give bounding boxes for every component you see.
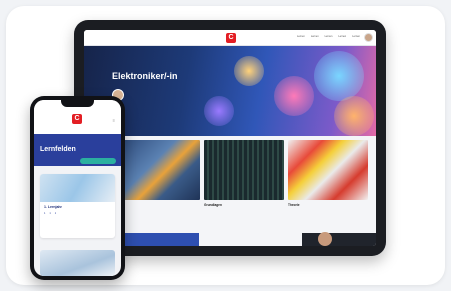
logo-icon[interactable]: C xyxy=(226,33,236,43)
content-card[interactable]: Theorie xyxy=(288,140,368,210)
content-block xyxy=(302,233,376,246)
person-image xyxy=(318,232,332,246)
nav-link[interactable]: Lernen xyxy=(352,35,360,38)
card-image xyxy=(120,140,200,200)
fiber-light xyxy=(274,76,314,116)
user-avatar[interactable] xyxy=(364,33,373,42)
meta-count: 1 xyxy=(54,212,57,215)
nav-link[interactable]: Lernen xyxy=(325,35,333,38)
fiber-light xyxy=(334,96,374,136)
phone-device: C ≡ Lernfelden 1. Lernjahr 1 1 1 xyxy=(30,96,125,280)
content-card[interactable] xyxy=(120,140,200,210)
card-meta: 1 1 1 xyxy=(44,212,111,215)
content-block xyxy=(124,233,199,246)
card-image xyxy=(288,140,368,200)
card-title: 1. Lernjahr xyxy=(44,205,62,209)
tablet-screen: C Lernen Lernen Lernen Lernen Lernen Ele… xyxy=(84,30,376,246)
nav-link[interactable]: Lernen xyxy=(311,35,319,38)
nav-link[interactable]: Lernen xyxy=(297,35,305,38)
nav-links: Lernen Lernen Lernen Lernen Lernen xyxy=(297,35,360,38)
card-image xyxy=(204,140,284,200)
card-image xyxy=(40,250,115,276)
fiber-light xyxy=(234,56,264,86)
card-image xyxy=(40,174,115,202)
hero-banner: Elektroniker/-in xyxy=(84,46,376,136)
fiber-light xyxy=(204,96,234,126)
page-title: Lernfelden xyxy=(40,146,76,153)
card-label: Grundlagen xyxy=(204,203,222,207)
fiber-light xyxy=(314,51,364,101)
phone-screen: C ≡ Lernfelden 1. Lernjahr 1 1 1 xyxy=(34,100,121,276)
action-button[interactable] xyxy=(80,158,116,164)
meta-count: 1 xyxy=(49,212,51,215)
phone-notch xyxy=(61,100,94,107)
menu-icon[interactable]: ≡ xyxy=(113,118,115,123)
meta-count: 1 xyxy=(44,212,46,215)
card-label: Theorie xyxy=(288,203,300,207)
content-card[interactable]: Grundlagen xyxy=(204,140,284,210)
phone-header: Lernfelden xyxy=(34,134,121,166)
content-card[interactable]: 1. Lernjahr 1 1 1 xyxy=(40,174,115,238)
nav-link[interactable]: Lernen xyxy=(338,35,346,38)
top-navigation: C Lernen Lernen Lernen Lernen Lernen xyxy=(84,30,376,46)
page-title: Elektroniker/-in xyxy=(112,71,178,81)
logo-icon[interactable]: C xyxy=(72,114,82,124)
